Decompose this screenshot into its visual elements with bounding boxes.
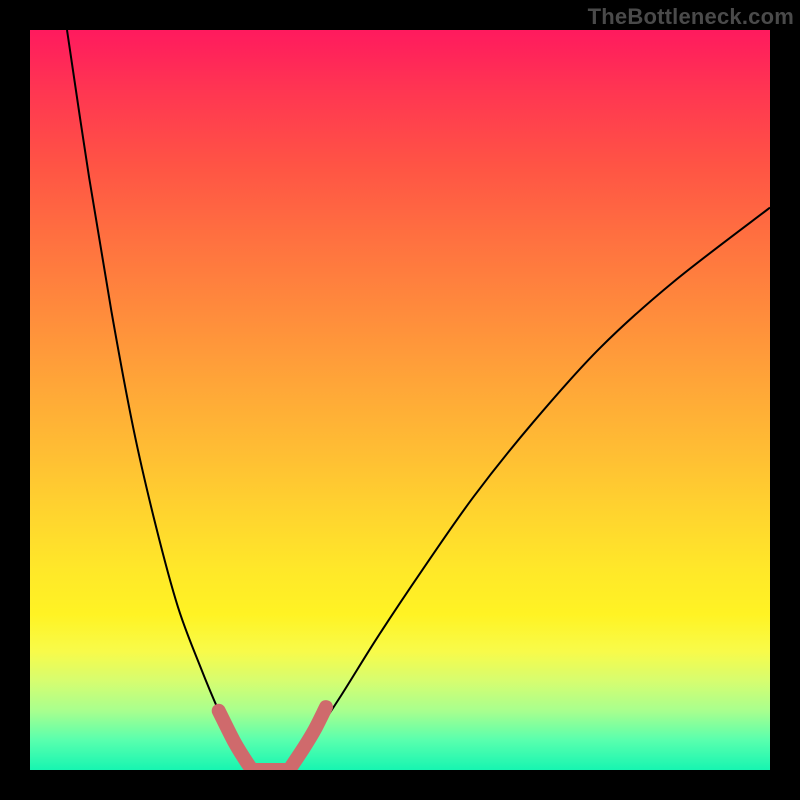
- watermark-text: TheBottleneck.com: [588, 4, 794, 30]
- highlight-path: [219, 707, 326, 770]
- chart-svg: [30, 30, 770, 770]
- curve-path: [67, 30, 770, 770]
